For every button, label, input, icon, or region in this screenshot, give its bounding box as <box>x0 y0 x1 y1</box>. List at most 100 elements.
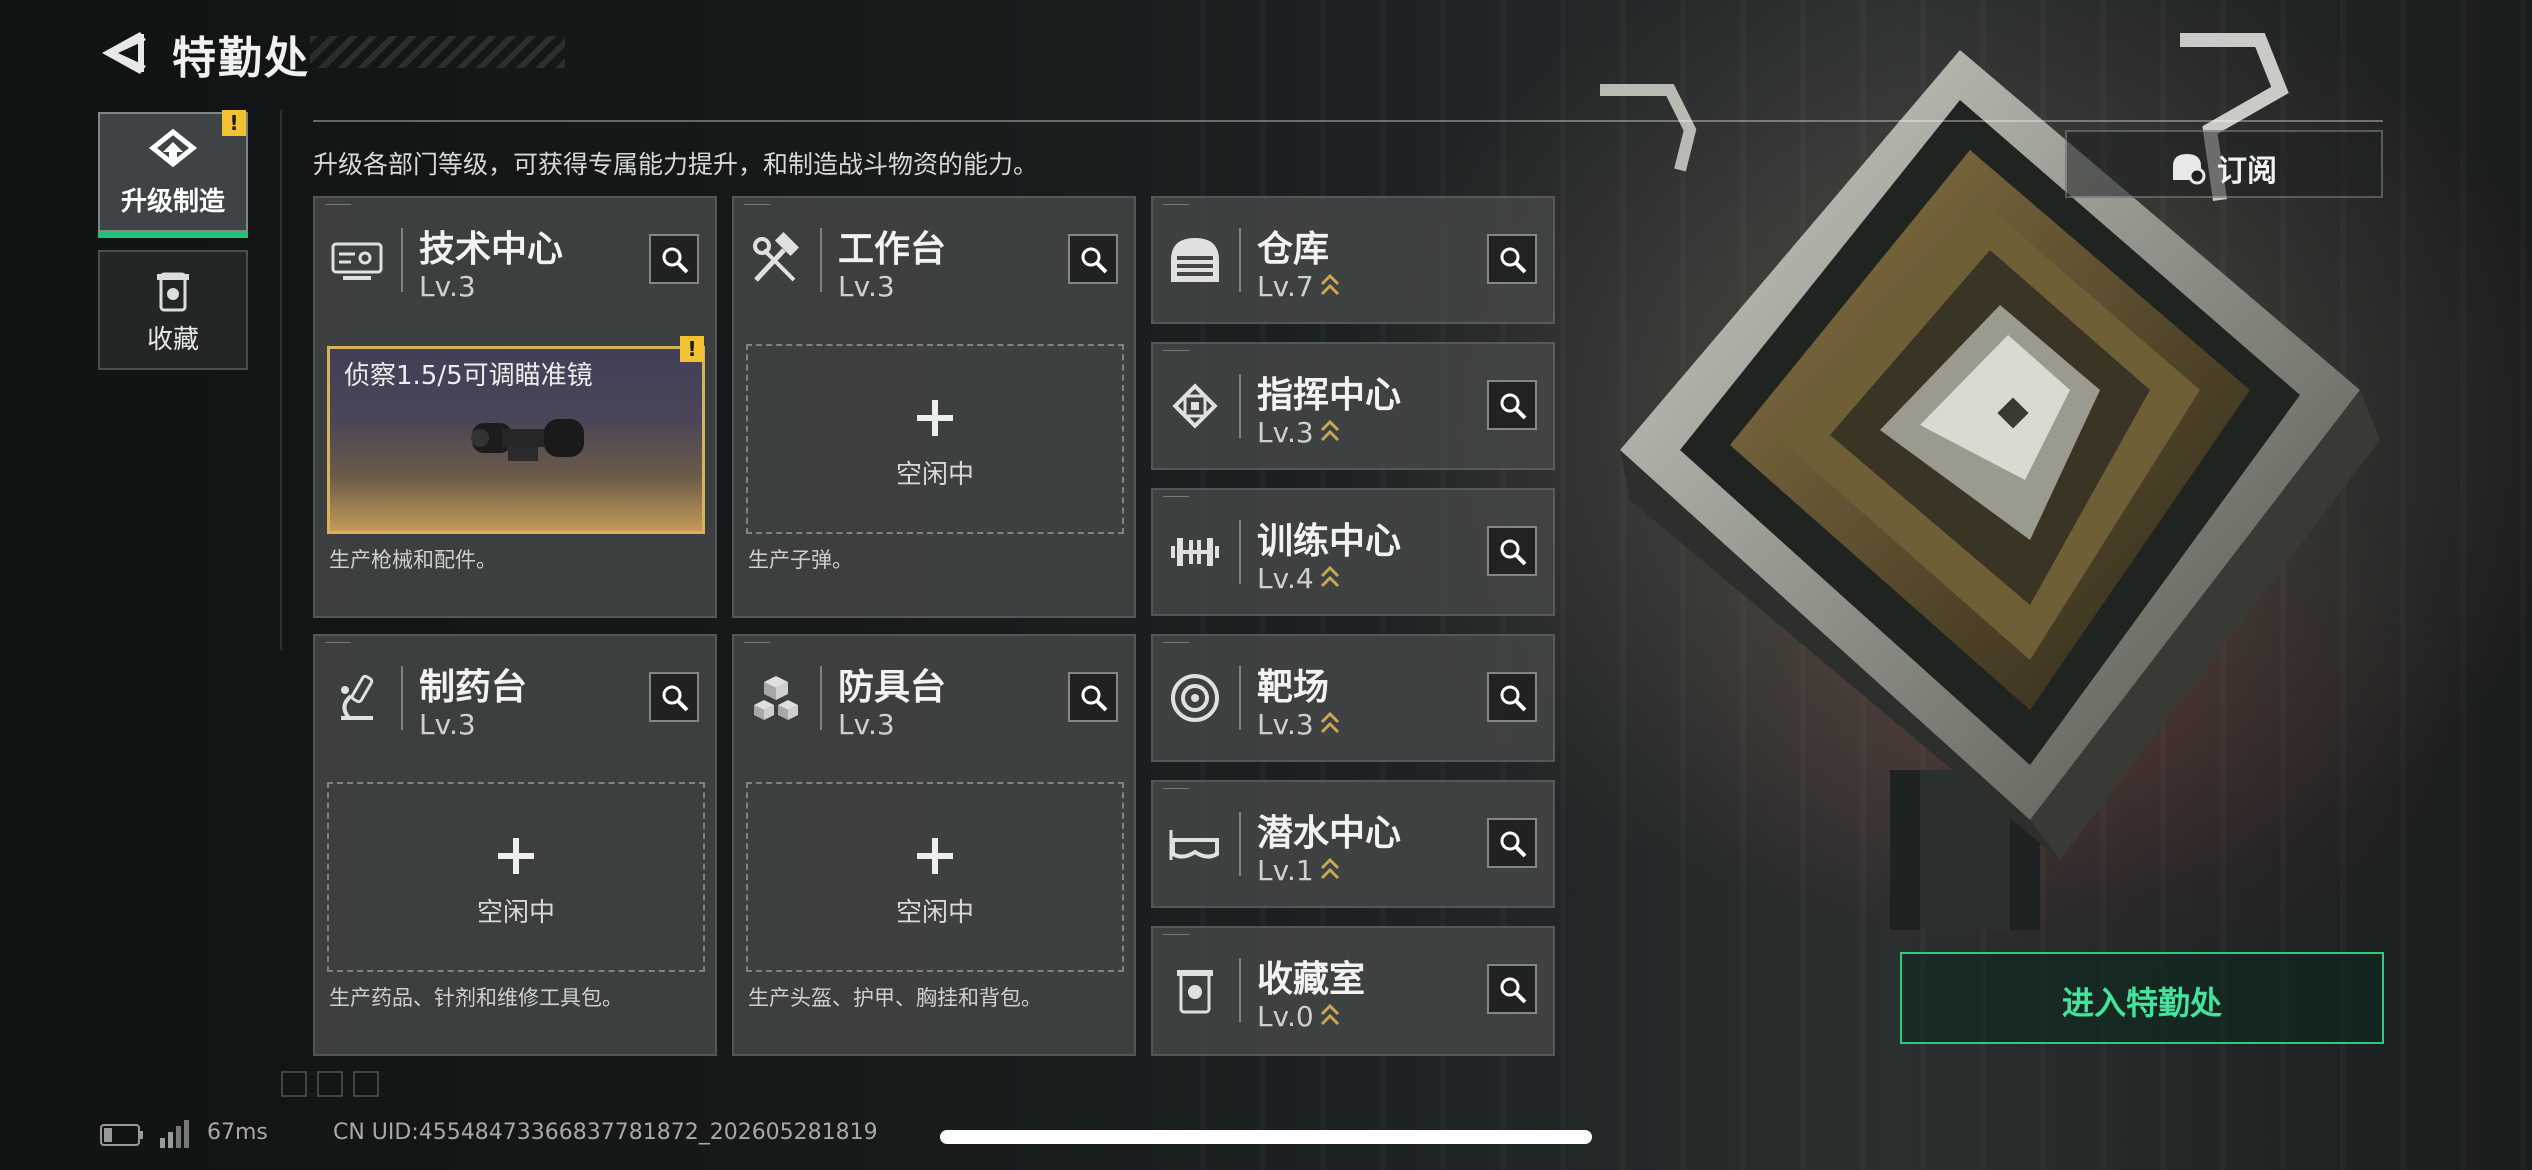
facility-card-pharmacy[interactable]: 制药台 Lv.3 空闲中 生产药品、针剂和维修工具包。 <box>313 634 717 1056</box>
card-header: 靶场 Lv.3 <box>1153 636 1553 764</box>
tab-alert-badge: ! <box>222 110 246 136</box>
card-header: 仓库 Lv.7 <box>1153 198 1553 326</box>
production-item-name: 侦察1.5/5可调瞄准镜 <box>344 361 593 391</box>
inspect-button[interactable] <box>1487 964 1537 1014</box>
idle-production-slot[interactable]: 空闲中 <box>746 344 1124 534</box>
user-uid: CN UID:4554847336683778187​2_20260528181… <box>333 1120 878 1145</box>
facility-description: 生产头盔、护甲、胸挂和背包。 <box>748 986 1042 1010</box>
inspect-button[interactable] <box>649 672 699 722</box>
idle-status: 空闲中 <box>895 898 974 928</box>
facility-card-warehouse[interactable]: 仓库 Lv.7 <box>1151 196 1555 324</box>
inspect-button[interactable] <box>1487 672 1537 722</box>
corner-mark <box>744 204 770 209</box>
facility-name: 技术中心 <box>419 229 564 270</box>
upgrade-chevron-icon <box>1320 1003 1339 1026</box>
facility-name: 工作台 <box>838 229 947 270</box>
facility-level: Lv.3 <box>419 270 476 303</box>
inspect-button[interactable] <box>1068 234 1118 284</box>
search-icon <box>662 247 689 274</box>
idle-production-slot[interactable]: 空闲中 <box>746 782 1124 972</box>
plus-icon <box>917 400 953 436</box>
training-center-icon <box>1171 538 1219 566</box>
collection-room-icon <box>1177 970 1213 1014</box>
inspect-button[interactable] <box>1487 234 1537 284</box>
facility-level: Lv.4 <box>1257 562 1340 595</box>
separator <box>820 228 822 292</box>
plus-icon <box>498 838 534 874</box>
facility-card-workbench[interactable]: 工作台 Lv.3 空闲中 生产子弹。 <box>732 196 1136 618</box>
corner-mark <box>1163 350 1189 355</box>
facility-card-shooting-range[interactable]: 靶场 Lv.3 <box>1151 634 1555 762</box>
upgrade-chevron-icon <box>1320 711 1339 734</box>
facility-name: 指挥中心 <box>1257 375 1402 416</box>
search-icon <box>1500 247 1527 274</box>
corner-mark <box>1163 204 1189 209</box>
separator <box>401 228 403 292</box>
level-text: Lv.7 <box>1257 270 1314 303</box>
card-header: 技术中心 Lv.3 <box>315 198 715 326</box>
facility-card-collection-room[interactable]: 收藏室 Lv.0 <box>1151 926 1555 1056</box>
inspect-button[interactable] <box>1068 672 1118 722</box>
level-text: Lv.3 <box>1257 416 1314 449</box>
inspect-button[interactable] <box>649 234 699 284</box>
idle-status: 空闲中 <box>895 460 974 490</box>
facility-name: 收藏室 <box>1257 959 1366 1000</box>
active-tab-indicator <box>98 231 248 238</box>
home-indicator-bar[interactable] <box>940 1130 1592 1144</box>
corner-mark <box>1163 642 1189 647</box>
tab-collection[interactable]: 收藏 <box>98 250 248 370</box>
facility-level: Lv.1 <box>1257 854 1340 887</box>
production-alert-badge: ! <box>680 336 704 362</box>
facility-card-diving-center[interactable]: 潜水中心 Lv.1 <box>1151 780 1555 908</box>
level-text: Lv.4 <box>1257 562 1314 595</box>
divider <box>280 110 282 650</box>
divider <box>313 120 2383 122</box>
upgrade-chevron-icon <box>1320 419 1339 442</box>
facility-card-armor-bench[interactable]: 防具台 Lv.3 空闲中 生产头盔、护甲、胸挂和背包。 <box>732 634 1136 1056</box>
level-text: Lv.0 <box>1257 1000 1314 1033</box>
tab-label: 升级制造 <box>120 187 225 217</box>
level-text: Lv.3 <box>1257 708 1314 741</box>
subscribe-label: 订阅 <box>2217 154 2277 189</box>
inspect-button[interactable] <box>1487 526 1537 576</box>
search-icon <box>662 685 689 712</box>
upgrade-chevron-icon <box>1320 565 1339 588</box>
pharmacy-icon <box>341 674 374 720</box>
corner-mark <box>1163 788 1189 793</box>
idle-status: 空闲中 <box>476 898 555 928</box>
inspect-button[interactable] <box>1487 818 1537 868</box>
corner-mark <box>744 642 770 647</box>
level-text: Lv.1 <box>1257 854 1314 887</box>
separator <box>1239 666 1241 730</box>
idle-production-slot[interactable]: 空闲中 <box>327 782 705 972</box>
facility-name: 防具台 <box>838 667 947 708</box>
command-center-icon <box>1172 383 1218 429</box>
search-icon <box>1500 393 1527 420</box>
inspect-button[interactable] <box>1487 380 1537 430</box>
search-icon <box>1500 685 1527 712</box>
facility-level: Lv.0 <box>1257 1000 1340 1033</box>
facility-level: Lv.3 <box>419 708 476 741</box>
separator <box>820 666 822 730</box>
page-description: 升级各部门等级，可获得专属能力提升，和制造战斗物资的能力。 <box>313 150 1039 179</box>
back-arrow-icon[interactable] <box>100 28 146 78</box>
card-header: 工作台 Lv.3 <box>734 198 1134 326</box>
enter-special-ops-button[interactable]: 进入特勤处 <box>1900 952 2384 1044</box>
facility-card-command-center[interactable]: 指挥中心 Lv.3 <box>1151 342 1555 470</box>
production-slot[interactable]: 侦察1.5/5可调瞄准镜 <box>327 346 705 534</box>
subscribe-button[interactable]: 订阅 <box>2065 130 2383 198</box>
subscribe-icon <box>2173 154 2206 185</box>
plus-icon <box>917 838 953 874</box>
rifle-scope-image <box>471 419 584 461</box>
collection-icon <box>157 272 189 312</box>
facility-level: Lv.3 <box>838 270 895 303</box>
enter-button-label: 进入特勤处 <box>2061 984 2222 1022</box>
tab-label: 收藏 <box>146 325 199 355</box>
separator <box>1239 520 1241 584</box>
upgrade-chevron-icon <box>1320 857 1339 880</box>
corner-mark <box>325 204 351 209</box>
facility-card-tech-center[interactable]: 技术中心 Lv.3 侦察1.5/5可调瞄准镜 ! 生产枪械和配件。 <box>313 196 717 618</box>
facility-level: Lv.3 <box>838 708 895 741</box>
battery-icon <box>100 1124 143 1146</box>
facility-card-training-center[interactable]: 训练中心 Lv.4 <box>1151 488 1555 616</box>
